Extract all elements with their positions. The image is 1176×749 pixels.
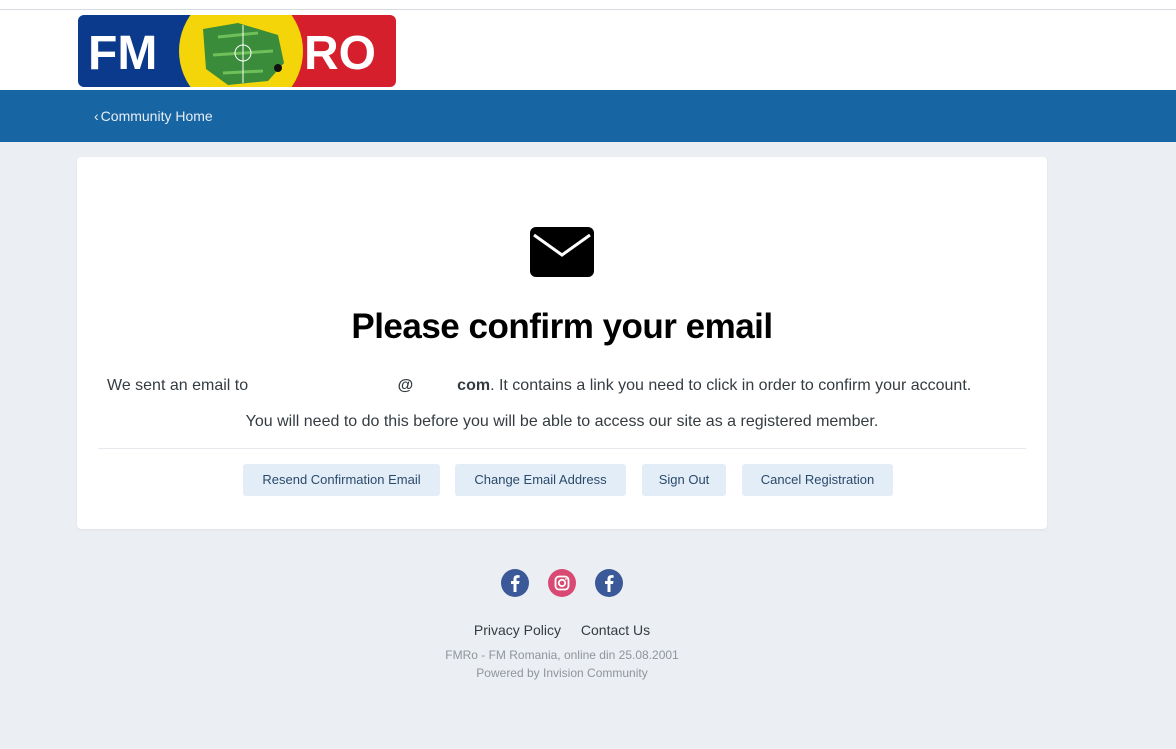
instagram-icon[interactable] [548,569,576,597]
site-header: FM RO [0,10,1176,90]
site-logo[interactable]: FM RO [78,15,396,87]
redacted-email-domain [413,379,457,393]
redacted-email-user [253,379,398,393]
message-prefix: We sent an email to [107,377,249,394]
confirm-email-card: Please confirm your email We sent an ema… [77,157,1047,529]
envelope-icon [530,227,594,277]
community-home-link[interactable]: ‹ Community Home [94,108,213,124]
copyright-text: FMRo - FM Romania, online din 25.08.2001 [445,648,679,662]
top-strip [0,0,1176,10]
divider [98,448,1026,449]
contact-us-link[interactable]: Contact Us [581,622,650,638]
sign-out-button[interactable]: Sign Out [642,464,726,496]
sent-email-message: We sent an email to @ com. It contains a … [107,377,1027,395]
facebook-icon[interactable] [501,569,529,597]
chevron-left-icon: ‹ [94,108,99,124]
privacy-policy-link[interactable]: Privacy Policy [474,622,561,638]
registration-notice: You will need to do this before you will… [245,413,879,430]
change-email-button[interactable]: Change Email Address [455,464,626,496]
email-domain-tld: com [457,377,491,394]
logo-graphic: FM RO [78,15,396,87]
message-suffix: . It contains a link you need to click i… [490,377,972,394]
footer-links: Privacy Policy Contact Us [0,622,1124,638]
resend-confirmation-button[interactable]: Resend Confirmation Email [243,464,440,496]
cancel-registration-button[interactable]: Cancel Registration [742,464,893,496]
logo-text-ro: RO [304,27,376,80]
logo-text-fm: FM [88,27,157,80]
page-title: Please confirm your email [351,307,773,346]
community-home-label: Community Home [100,108,213,124]
email-at-sign: @ [397,377,414,394]
powered-by-text: Powered by Invision Community [476,666,648,680]
facebook-icon[interactable] [595,569,623,597]
nav-bar: ‹ Community Home [0,90,1176,142]
